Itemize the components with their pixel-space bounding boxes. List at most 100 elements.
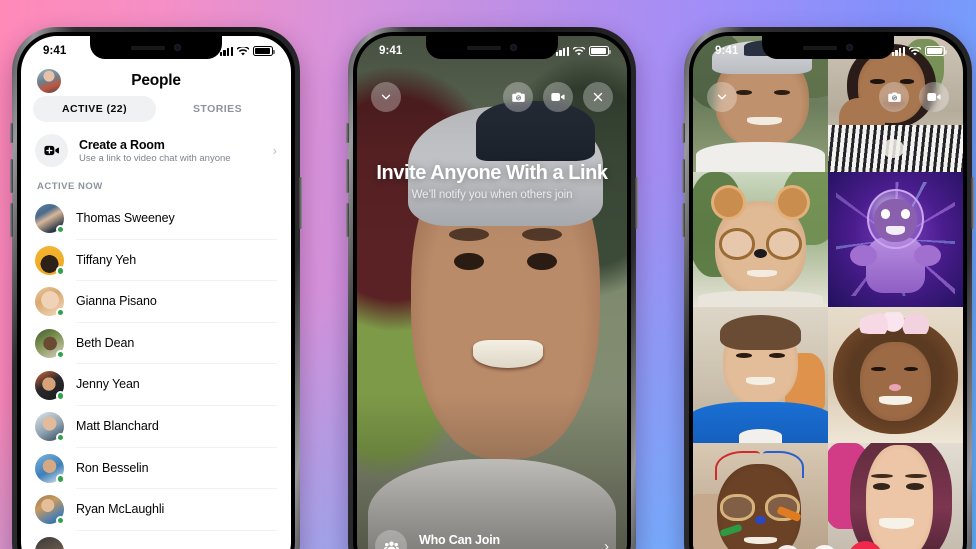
screenshot-stage: 9:41 People ACTIVE (22) STORIES Create a…	[0, 0, 976, 549]
invite-subhead: We’ll notify you when others join	[411, 189, 573, 201]
volume-up-button[interactable]	[682, 159, 685, 193]
front-camera	[174, 44, 181, 51]
status-indicators	[891, 46, 947, 56]
who-can-join-text: Who Can Join People with the link	[419, 533, 592, 549]
create-room-title: Create a Room	[79, 137, 165, 152]
close-icon[interactable]	[583, 82, 613, 112]
phone-screen: 9:41	[357, 36, 627, 549]
call-controls	[693, 541, 963, 549]
volume-up-button[interactable]	[346, 159, 349, 193]
list-item[interactable]: Ron Besselin	[21, 448, 291, 490]
wifi-icon	[573, 46, 585, 56]
wifi-icon	[237, 46, 249, 56]
signal-bars-icon	[891, 46, 905, 56]
create-room-row[interactable]: Create a Room Use a link to video chat w…	[21, 128, 291, 177]
earpiece-speaker	[803, 45, 837, 50]
power-button[interactable]	[635, 177, 638, 229]
who-can-join-title: Who Can Join	[419, 533, 500, 547]
battery-icon	[253, 46, 275, 56]
create-room-subtitle: Use a link to video chat with anyone	[79, 152, 231, 164]
avatar	[35, 537, 64, 549]
list-item[interactable]: Gianna Pisano	[21, 281, 291, 323]
list-item[interactable]: Thomas Sweeney	[21, 198, 291, 240]
contact-name: Tiffany Yeh	[76, 240, 277, 282]
earpiece-speaker	[467, 45, 501, 50]
front-camera	[846, 44, 853, 51]
invite-copy: Invite Anyone With a Link We’ll notify y…	[357, 162, 627, 201]
tab-active[interactable]: ACTIVE (22)	[33, 96, 156, 122]
phone-bezel: 9:41	[353, 32, 631, 549]
participant-tile-6[interactable]	[828, 307, 963, 443]
participant-grid	[693, 36, 963, 549]
contact-name: Beth Dean	[76, 323, 277, 365]
participant-tile-8[interactable]	[828, 442, 963, 549]
wifi-icon	[909, 46, 921, 56]
contact-name: Gianna Pisano	[76, 281, 277, 323]
phone-bezel: 9:41	[689, 32, 967, 549]
video-camera-icon[interactable]	[810, 545, 838, 549]
silent-switch[interactable]	[682, 123, 685, 143]
online-indicator	[55, 474, 65, 484]
phone-screen: 9:41 People ACTIVE (22) STORIES Create a…	[21, 36, 291, 549]
call-top-bar	[357, 82, 627, 112]
participant-tile-7[interactable]	[693, 442, 828, 549]
status-time: 9:41	[379, 45, 403, 57]
notch	[426, 36, 558, 59]
camera-flip-icon[interactable]	[879, 82, 909, 112]
signal-bars-icon	[555, 46, 569, 56]
contact-name: Jenny Yean	[76, 364, 277, 406]
front-camera	[510, 44, 517, 51]
battery-icon	[589, 46, 611, 56]
list-item[interactable]: Matt Blanchard	[21, 406, 291, 448]
participant-tile-5[interactable]	[693, 307, 828, 443]
contact-list: Thomas Sweeney Tiffany Yeh Gianna Pisano…	[21, 198, 291, 549]
list-item[interactable]: Tiffany Yeh	[21, 240, 291, 282]
online-indicator	[55, 349, 65, 360]
create-room-text: Create a Room Use a link to video chat w…	[79, 138, 262, 164]
earpiece-speaker	[131, 45, 165, 50]
chevron-down-icon[interactable]	[371, 82, 401, 112]
power-button[interactable]	[971, 177, 974, 229]
call-actions	[879, 82, 949, 112]
list-item[interactable]: Ryan McLaughli	[21, 489, 291, 531]
participant-tile-3[interactable]	[693, 171, 828, 307]
list-item[interactable]: Jenny Yean	[21, 364, 291, 406]
phone-group-call: 9:41	[682, 27, 974, 549]
volume-down-button[interactable]	[10, 203, 13, 237]
list-item[interactable]	[21, 531, 291, 549]
who-can-join-row[interactable]: Who Can Join People with the link ›	[357, 520, 627, 549]
page-title: People	[131, 72, 181, 89]
people-tabs: ACTIVE (22) STORIES	[21, 96, 291, 128]
invite-headline: Invite Anyone With a Link	[376, 162, 608, 184]
people-group-icon	[375, 530, 407, 549]
call-actions	[503, 82, 613, 112]
online-indicator	[55, 266, 65, 276]
microphone-icon[interactable]	[773, 545, 801, 549]
participant-tile-4[interactable]	[828, 171, 963, 307]
phone-bezel: 9:41 People ACTIVE (22) STORIES Create a…	[17, 32, 295, 549]
volume-down-button[interactable]	[346, 203, 349, 237]
camera-flip-icon[interactable]	[503, 82, 533, 112]
video-camera-icon[interactable]	[543, 82, 573, 112]
active-now-label: ACTIVE NOW	[37, 181, 103, 192]
video-camera-plus-icon	[35, 134, 68, 167]
phone-people-list: 9:41 People ACTIVE (22) STORIES Create a…	[10, 27, 302, 549]
silent-switch[interactable]	[346, 123, 349, 143]
call-top-bar	[693, 82, 963, 112]
tab-stories[interactable]: STORIES	[156, 96, 279, 122]
silent-switch[interactable]	[10, 123, 13, 143]
status-indicators	[555, 46, 611, 56]
list-item[interactable]: Beth Dean	[21, 323, 291, 365]
end-call-icon[interactable]	[847, 541, 883, 549]
video-camera-icon[interactable]	[919, 82, 949, 112]
status-indicators	[219, 46, 275, 56]
battery-icon	[925, 46, 947, 56]
power-button[interactable]	[299, 177, 302, 229]
phone-room-invite: 9:41 Invite Anyone With a Link We’ll not…	[346, 27, 638, 549]
contact-name: Ron Besselin	[76, 448, 277, 490]
chevron-down-icon[interactable]	[707, 82, 737, 112]
status-time: 9:41	[43, 45, 67, 57]
volume-down-button[interactable]	[682, 203, 685, 237]
signal-bars-icon	[219, 46, 233, 56]
volume-up-button[interactable]	[10, 159, 13, 193]
